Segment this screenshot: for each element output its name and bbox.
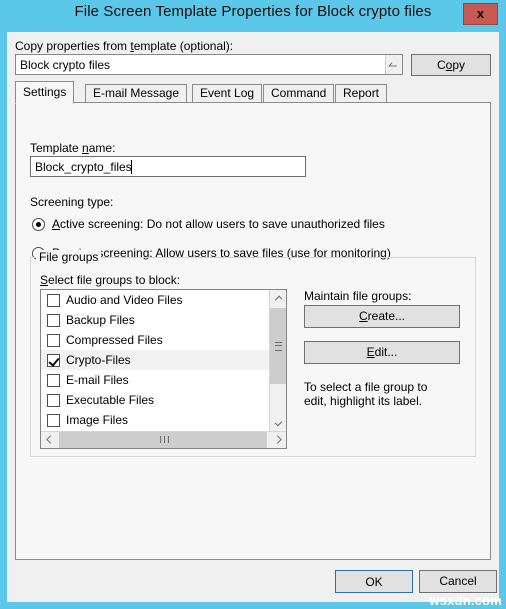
- select-file-groups-label: Select file groups to block:: [40, 273, 181, 287]
- checkbox-icon[interactable]: [47, 294, 60, 307]
- grip-icon: [275, 342, 282, 351]
- list-item[interactable]: Audio and Video Files: [41, 290, 270, 310]
- tab-report[interactable]: Report: [335, 84, 388, 103]
- grip-icon: [160, 436, 169, 443]
- scroll-right-icon[interactable]: [269, 432, 286, 448]
- radio-active-screening-label: Active screening: Do not allow users to …: [52, 217, 385, 231]
- chevron-down-glyph: [274, 418, 283, 427]
- scrollbar-thumb-vertical[interactable]: [270, 308, 286, 384]
- copy-button-label: Copy: [436, 58, 466, 72]
- file-groups-list: Audio and Video Files Backup Files Compr…: [41, 290, 270, 431]
- chevron-right-glyph: [273, 435, 282, 444]
- chevron-up-glyph: [274, 295, 283, 304]
- tab-strip: Settings E-mail Message Event Log Comman…: [15, 81, 491, 104]
- listbox-horizontal-scrollbar[interactable]: [41, 431, 286, 448]
- tab-settings[interactable]: Settings: [15, 81, 75, 104]
- tab-email-message[interactable]: E-mail Message: [85, 84, 188, 103]
- template-name-input[interactable]: Block_crypto_files: [30, 156, 306, 177]
- list-item-label: Executable Files: [66, 393, 155, 407]
- list-item-label: Compressed Files: [66, 333, 163, 347]
- list-item[interactable]: Crypto-Files: [41, 350, 270, 370]
- ok-button[interactable]: OK: [335, 570, 413, 593]
- list-item-label: Backup Files: [66, 313, 135, 327]
- file-groups-legend: File groups: [36, 250, 102, 264]
- copy-properties-label: Copy properties from template (optional)…: [15, 39, 234, 53]
- template-select[interactable]: Block crypto files: [15, 54, 403, 75]
- dialog-window: File Screen Template Properties for Bloc…: [0, 0, 506, 609]
- close-icon[interactable]: x: [463, 3, 498, 25]
- chevron-left-glyph: [46, 435, 55, 444]
- file-groups-listbox[interactable]: Audio and Video Files Backup Files Compr…: [40, 289, 287, 449]
- maintain-file-groups-label: Maintain file groups:: [304, 289, 412, 303]
- watermark: wsxdn.com: [429, 593, 502, 608]
- checkbox-icon[interactable]: [47, 314, 60, 327]
- dialog-client-area: Copy properties from template (optional)…: [7, 32, 499, 602]
- template-select-value: Block crypto files: [20, 58, 111, 72]
- file-group-hint-line1: To select a file group to: [304, 380, 428, 394]
- create-button-label: Create...: [358, 309, 406, 323]
- tab-event-log[interactable]: Event Log: [192, 84, 263, 103]
- checkbox-icon[interactable]: [47, 374, 60, 387]
- ok-button-label: OK: [337, 572, 411, 591]
- window-title: File Screen Template Properties for Bloc…: [74, 3, 432, 20]
- cancel-button[interactable]: Cancel: [419, 570, 497, 593]
- copy-button[interactable]: Copy: [411, 54, 491, 76]
- create-button[interactable]: Create...: [304, 305, 460, 328]
- scrollbar-thumb-horizontal[interactable]: [59, 432, 267, 448]
- checkbox-icon[interactable]: [47, 414, 60, 427]
- file-group-hint-line2: edit, highlight its label.: [304, 394, 423, 408]
- tab-panel-settings: Template name: Block_crypto_files Screen…: [15, 102, 491, 560]
- list-item[interactable]: Image Files: [41, 410, 270, 430]
- chevron-down-icon[interactable]: [385, 55, 402, 74]
- text-caret: [131, 160, 132, 174]
- list-item[interactable]: E-mail Files: [41, 370, 270, 390]
- tab-command[interactable]: Command: [263, 84, 335, 103]
- template-name-label: Template name:: [30, 141, 116, 155]
- list-item-label: Image Files: [66, 413, 129, 427]
- edit-button[interactable]: Edit...: [304, 341, 460, 364]
- checkbox-icon[interactable]: [47, 334, 60, 347]
- list-item[interactable]: Compressed Files: [41, 330, 270, 350]
- list-item-label: Audio and Video Files: [66, 293, 183, 307]
- scroll-down-icon[interactable]: [270, 414, 286, 431]
- checkbox-icon[interactable]: [47, 394, 60, 407]
- template-name-value: Block_crypto_files: [35, 160, 132, 174]
- screening-type-label: Screening type:: [30, 195, 114, 209]
- title-bar[interactable]: File Screen Template Properties for Bloc…: [0, 0, 506, 32]
- list-item-label: Crypto-Files: [66, 353, 131, 367]
- radio-icon: [32, 218, 45, 231]
- edit-button-label: Edit...: [366, 345, 398, 359]
- list-item[interactable]: Executable Files: [41, 390, 270, 410]
- list-item-label: E-mail Files: [66, 373, 129, 387]
- scroll-up-icon[interactable]: [270, 290, 286, 307]
- listbox-vertical-scrollbar[interactable]: [269, 290, 286, 431]
- checkbox-icon[interactable]: [47, 354, 60, 367]
- scroll-left-icon[interactable]: [41, 432, 58, 448]
- list-item[interactable]: Backup Files: [41, 310, 270, 330]
